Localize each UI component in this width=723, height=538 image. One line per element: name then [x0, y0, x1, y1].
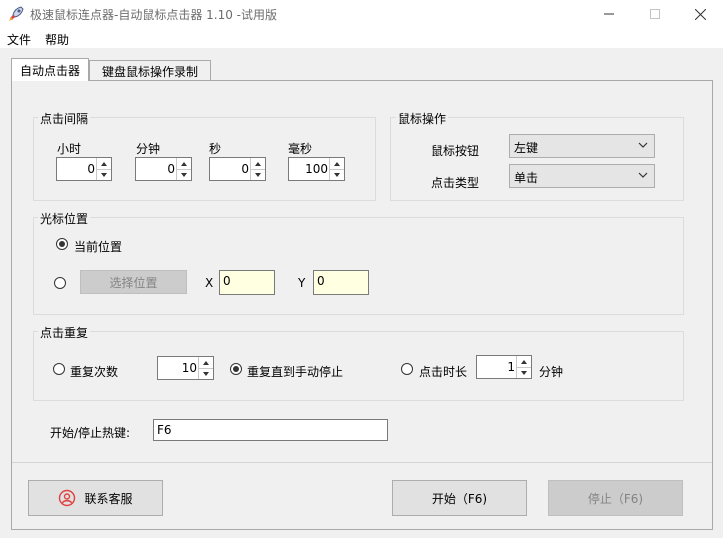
y-label: Y	[298, 276, 306, 290]
start-button[interactable]: 开始（F6)	[392, 480, 527, 516]
ms-spinner-buttons	[329, 158, 344, 180]
x-value: 0	[223, 274, 231, 288]
maximize-button[interactable]	[632, 0, 678, 28]
seconds-value: 0	[241, 162, 249, 176]
y-input[interactable]: 0	[313, 270, 369, 295]
mouse-button-label: 鼠标按钮	[431, 144, 480, 158]
duration-radio[interactable]	[401, 363, 413, 375]
contact-support-button[interactable]: 联系客服	[28, 480, 163, 516]
repeat-until-stop-label: 重复直到手动停止	[247, 365, 344, 379]
hotkey-label: 开始/停止热键:	[50, 426, 131, 440]
stop-button[interactable]: 停止（F6)	[548, 480, 683, 516]
window-title: 极速鼠标连点器-自动鼠标点击器 1.10 -试用版	[30, 8, 278, 22]
arrow-up-icon	[334, 161, 340, 166]
hours-value: 0	[87, 162, 95, 176]
minimize-button[interactable]	[586, 0, 632, 28]
minutes-spinner-buttons	[176, 158, 191, 180]
arrow-down-icon	[521, 370, 527, 375]
duration-spinner[interactable]: 1	[476, 355, 532, 379]
arrow-down-icon	[334, 172, 340, 177]
repeat-count-value: 10	[181, 361, 197, 375]
menu-help[interactable]: 帮助	[45, 31, 69, 48]
current-position-radio[interactable]	[56, 238, 68, 250]
start-button-label: 开始（F6)	[431, 491, 488, 506]
arrow-up-icon	[101, 161, 107, 166]
minutes-spinner[interactable]: 0	[135, 157, 192, 181]
hotkey-value: F6	[157, 423, 172, 437]
duration-down-button[interactable]	[517, 367, 531, 378]
support-agent-icon	[59, 489, 76, 507]
separator	[12, 462, 712, 463]
hotkey-input[interactable]: F6	[153, 419, 388, 441]
minutes-label: 分钟	[136, 142, 161, 156]
repeat-count-radio[interactable]	[53, 363, 65, 375]
arrow-up-icon	[255, 161, 261, 166]
click-type-select[interactable]: 单击	[509, 164, 655, 188]
tab-recorder-label: 键盘鼠标操作录制	[101, 64, 198, 79]
chevron-down-icon	[638, 142, 648, 148]
pick-position-button[interactable]: 选择位置	[80, 270, 187, 294]
arrow-down-icon	[101, 172, 107, 177]
ms-value: 100	[305, 162, 328, 176]
arrow-up-icon	[521, 359, 527, 364]
arrow-up-icon	[203, 360, 209, 365]
arrow-down-icon	[255, 172, 261, 177]
hours-down-button[interactable]	[97, 169, 111, 180]
x-label: X	[205, 276, 214, 290]
x-input[interactable]: 0	[219, 270, 275, 295]
click-type-value: 单击	[514, 171, 539, 185]
tab-auto-clicker-label: 自动点击器	[19, 63, 80, 78]
contact-support-label: 联系客服	[84, 491, 133, 506]
seconds-spinner-buttons	[250, 158, 265, 180]
arrow-up-icon	[181, 161, 187, 166]
maximize-icon	[650, 9, 660, 19]
ms-down-button[interactable]	[330, 169, 344, 180]
cursor-group-title: 光标位置	[38, 210, 91, 227]
duration-unit: 分钟	[539, 365, 564, 379]
seconds-label: 秒	[209, 142, 222, 156]
repeat-group-title: 点击重复	[38, 324, 91, 341]
close-button[interactable]	[677, 0, 723, 28]
tab-recorder[interactable]: 键盘鼠标操作录制	[89, 60, 211, 81]
ms-spinner[interactable]: 100	[288, 157, 345, 181]
minutes-down-button[interactable]	[177, 169, 191, 180]
chevron-down-icon	[638, 172, 648, 178]
mouse-op-group-title: 鼠标操作	[396, 110, 449, 127]
current-position-label: 当前位置	[74, 240, 123, 254]
hours-spinner-buttons	[96, 158, 111, 180]
rocket-icon	[9, 6, 24, 21]
repeat-count-down-button[interactable]	[199, 368, 213, 379]
arrow-down-icon	[181, 172, 187, 177]
tab-auto-clicker[interactable]: 自动点击器	[11, 58, 89, 81]
cursor-group	[33, 217, 684, 315]
menu-bar	[0, 28, 723, 48]
pick-position-button-label: 选择位置	[109, 275, 158, 290]
repeat-until-stop-radio[interactable]	[230, 363, 242, 375]
arrow-down-icon	[203, 371, 209, 376]
ms-label: 毫秒	[288, 142, 313, 156]
y-value: 0	[317, 274, 325, 288]
repeat-group	[33, 331, 684, 401]
repeat-count-spinner[interactable]: 10	[157, 356, 214, 380]
repeat-count-spinner-buttons	[198, 357, 213, 379]
seconds-spinner[interactable]: 0	[209, 157, 266, 181]
minimize-icon	[604, 13, 614, 15]
mouse-button-value: 左键	[514, 141, 539, 155]
duration-value: 1	[507, 360, 515, 374]
stop-button-label: 停止（F6)	[587, 491, 644, 506]
mouse-button-select[interactable]: 左键	[509, 134, 655, 158]
minutes-value: 0	[167, 162, 175, 176]
hours-label: 小时	[57, 142, 82, 156]
seconds-down-button[interactable]	[251, 169, 265, 180]
click-type-label: 点击类型	[431, 176, 480, 190]
pick-position-radio[interactable]	[54, 277, 66, 289]
close-icon	[694, 8, 706, 20]
duration-spinner-buttons	[516, 356, 531, 378]
interval-group-title: 点击间隔	[38, 110, 91, 127]
duration-label: 点击时长	[419, 365, 468, 379]
menu-file[interactable]: 文件	[7, 31, 31, 48]
hours-spinner[interactable]: 0	[56, 157, 112, 181]
repeat-count-label: 重复次数	[70, 365, 119, 379]
